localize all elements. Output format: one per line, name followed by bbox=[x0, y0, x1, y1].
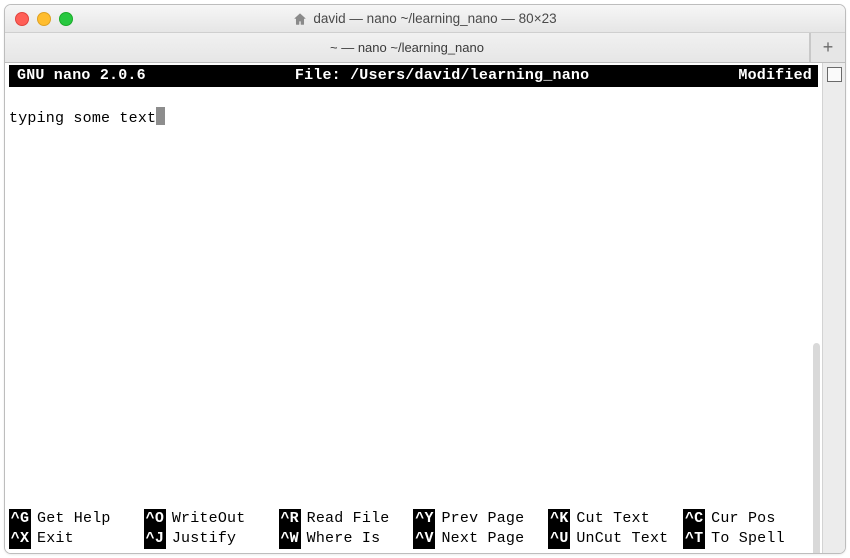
shortcut-label: Next Page bbox=[435, 529, 524, 549]
terminal-window: david — nano ~/learning_nano — 80×23 ~ —… bbox=[4, 4, 846, 554]
shortcut-label: Where Is bbox=[301, 529, 381, 549]
shortcut-key: ^R bbox=[279, 509, 301, 529]
terminal-body: GNU nano 2.0.6 File: /Users/david/learni… bbox=[5, 63, 845, 553]
close-icon[interactable] bbox=[15, 12, 29, 26]
shortcut-next-page: ^V Next Page bbox=[413, 529, 548, 549]
window-title-text: david — nano ~/learning_nano — 80×23 bbox=[313, 11, 556, 26]
titlebar: david — nano ~/learning_nano — 80×23 bbox=[5, 5, 845, 33]
shortcut-read-file: ^R Read File bbox=[279, 509, 414, 529]
shortcut-label: UnCut Text bbox=[570, 529, 668, 549]
shortcut-key: ^T bbox=[683, 529, 705, 549]
new-tab-button[interactable]: + bbox=[810, 33, 845, 62]
shortcut-key: ^U bbox=[548, 529, 570, 549]
nano-shortcuts: ^G Get Help ^O WriteOut ^R Read File ^Y … bbox=[9, 509, 818, 549]
shortcut-key: ^V bbox=[413, 529, 435, 549]
shortcut-label: To Spell bbox=[705, 529, 785, 549]
shortcut-key: ^W bbox=[279, 529, 301, 549]
tabbar: ~ — nano ~/learning_nano + bbox=[5, 33, 845, 63]
zoom-icon[interactable] bbox=[59, 12, 73, 26]
plus-icon: + bbox=[823, 37, 834, 58]
shortcut-label: WriteOut bbox=[166, 509, 246, 529]
shortcut-label: Exit bbox=[31, 529, 74, 549]
shortcut-label: Get Help bbox=[31, 509, 111, 529]
shortcut-cut-text: ^K Cut Text bbox=[548, 509, 683, 529]
shortcut-key: ^J bbox=[144, 529, 166, 549]
gutter-square-icon bbox=[827, 67, 842, 82]
shortcut-prev-page: ^Y Prev Page bbox=[413, 509, 548, 529]
shortcut-to-spell: ^T To Spell bbox=[683, 529, 818, 549]
terminal-viewport[interactable]: GNU nano 2.0.6 File: /Users/david/learni… bbox=[5, 63, 822, 553]
window-controls bbox=[15, 12, 73, 26]
side-gutter bbox=[822, 63, 845, 553]
shortcut-label: Justify bbox=[166, 529, 236, 549]
nano-file-label: File: /Users/david/learning_nano bbox=[176, 66, 709, 86]
shortcut-label: Prev Page bbox=[435, 509, 524, 529]
shortcut-key: ^K bbox=[548, 509, 570, 529]
cursor bbox=[156, 107, 165, 125]
shortcut-label: Read File bbox=[301, 509, 390, 529]
shortcut-key: ^C bbox=[683, 509, 705, 529]
shortcut-label: Cut Text bbox=[570, 509, 650, 529]
shortcut-cur-pos: ^C Cur Pos bbox=[683, 509, 818, 529]
shortcut-label: Cur Pos bbox=[705, 509, 775, 529]
shortcut-key: ^O bbox=[144, 509, 166, 529]
shortcut-key: ^X bbox=[9, 529, 31, 549]
home-icon bbox=[293, 12, 307, 26]
shortcut-justify: ^J Justify bbox=[144, 529, 279, 549]
shortcut-key: ^G bbox=[9, 509, 31, 529]
shortcut-key: ^Y bbox=[413, 509, 435, 529]
window-title: david — nano ~/learning_nano — 80×23 bbox=[5, 11, 845, 26]
scrollbar[interactable] bbox=[813, 343, 820, 554]
shortcut-where-is: ^W Where Is bbox=[279, 529, 414, 549]
shortcut-get-help: ^G Get Help bbox=[9, 509, 144, 529]
tab-label: ~ — nano ~/learning_nano bbox=[330, 40, 484, 55]
nano-status: Modified bbox=[708, 66, 812, 86]
shortcut-exit: ^X Exit bbox=[9, 529, 144, 549]
shortcut-uncut-text: ^U UnCut Text bbox=[548, 529, 683, 549]
editor-area[interactable]: typing some text bbox=[9, 87, 818, 509]
nano-version: GNU nano 2.0.6 bbox=[17, 66, 176, 86]
editor-text: typing some text bbox=[9, 110, 156, 127]
nano-header: GNU nano 2.0.6 File: /Users/david/learni… bbox=[9, 65, 818, 87]
tab-current[interactable]: ~ — nano ~/learning_nano bbox=[5, 33, 810, 62]
shortcut-writeout: ^O WriteOut bbox=[144, 509, 279, 529]
minimize-icon[interactable] bbox=[37, 12, 51, 26]
